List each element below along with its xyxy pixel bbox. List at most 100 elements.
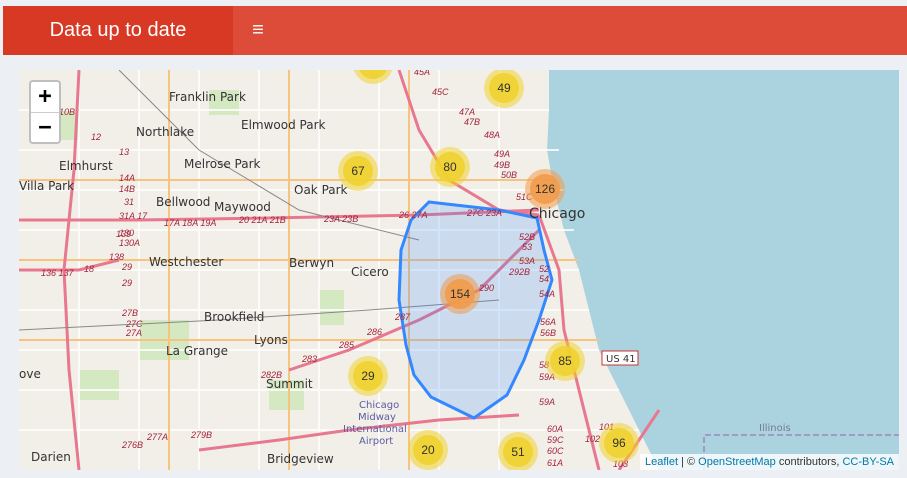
svg-text:49A: 49A [494, 149, 510, 159]
svg-text:Elmwood Park: Elmwood Park [241, 118, 326, 132]
svg-text:26 27A: 26 27A [398, 210, 428, 220]
svg-text:29: 29 [121, 262, 132, 272]
svg-text:20 21A 21B: 20 21A 21B [238, 215, 286, 225]
marker-cluster[interactable]: 80 [430, 147, 470, 187]
svg-text:45C: 45C [432, 87, 449, 97]
svg-text:47B: 47B [464, 117, 480, 127]
svg-text:45A: 45A [414, 70, 430, 77]
app-title[interactable]: Data up to date [3, 6, 233, 55]
zoom-in-button[interactable]: + [31, 82, 59, 113]
zoom-out-button[interactable]: − [31, 113, 59, 143]
svg-text:14A: 14A [119, 173, 135, 183]
svg-text:60A: 60A [547, 424, 563, 434]
svg-text:12: 12 [91, 132, 101, 142]
svg-text:Oak Park: Oak Park [294, 183, 348, 197]
svg-text:53A: 53A [519, 256, 535, 266]
marker-cluster[interactable]: 51 [498, 432, 538, 470]
svg-text:283: 283 [301, 354, 317, 364]
osm-link[interactable]: OpenStreetMap [698, 456, 776, 468]
svg-text:136 137: 136 137 [41, 268, 75, 278]
marker-cluster[interactable]: 126 [525, 169, 565, 209]
svg-text:290: 290 [478, 283, 494, 293]
svg-text:La Grange: La Grange [166, 344, 228, 358]
cluster-count: 51 [511, 445, 525, 459]
svg-text:102: 102 [585, 434, 600, 444]
svg-text:Melrose Park: Melrose Park [184, 157, 261, 171]
svg-text:Illinois: Illinois [759, 423, 791, 434]
svg-text:277A: 277A [146, 432, 168, 442]
map-attribution: Leaflet | © OpenStreetMap contributors, … [639, 454, 899, 470]
svg-text:Bridgeview: Bridgeview [267, 452, 334, 466]
svg-text:52: 52 [539, 264, 549, 274]
svg-text:Chicago: Chicago [359, 400, 399, 411]
svg-text:287: 287 [394, 312, 411, 322]
leaflet-map[interactable]: Franklin Park Elmwood Park Northlake Elm… [19, 70, 899, 470]
cluster-count: 80 [443, 160, 457, 174]
svg-text:17A 18A 19A: 17A 18A 19A [164, 218, 216, 228]
marker-cluster[interactable]: 67 [338, 151, 378, 191]
svg-text:Northlake: Northlake [136, 125, 194, 139]
marker-cluster[interactable] [353, 70, 393, 84]
svg-text:27A: 27A [125, 328, 142, 338]
svg-text:59A: 59A [539, 397, 555, 407]
top-navbar: Data up to date ≡ [3, 6, 907, 55]
svg-text:292B: 292B [508, 267, 530, 277]
cluster-count: 96 [612, 436, 626, 450]
marker-cluster[interactable]: 29 [348, 356, 388, 396]
marker-cluster[interactable]: 20 [408, 430, 448, 470]
svg-text:US 41: US 41 [606, 354, 636, 365]
svg-text:Darien: Darien [31, 450, 71, 464]
svg-text:54A: 54A [539, 289, 555, 299]
cluster-count: 20 [421, 443, 435, 457]
svg-text:Bellwood: Bellwood [156, 195, 210, 209]
marker-cluster[interactable]: 85 [545, 341, 585, 381]
svg-text:285: 285 [338, 340, 355, 350]
svg-text:International: International [343, 424, 407, 435]
license-link[interactable]: CC-BY-SA [842, 456, 894, 468]
svg-text:61A: 61A [547, 458, 563, 468]
lake-michigan [547, 70, 899, 470]
svg-text:56A: 56A [540, 317, 556, 327]
svg-text:14B: 14B [119, 184, 135, 194]
svg-text:Maywood: Maywood [214, 200, 271, 214]
svg-text:276B: 276B [121, 440, 143, 450]
cluster-count: 85 [558, 354, 572, 368]
marker-cluster[interactable]: 49 [484, 70, 524, 108]
svg-text:138: 138 [109, 252, 124, 262]
svg-text:130A: 130A [119, 238, 140, 248]
svg-text:Lyons: Lyons [254, 333, 288, 347]
marker-cluster[interactable]: 154 [440, 274, 480, 314]
cluster-count: 49 [497, 81, 511, 95]
svg-text:53: 53 [522, 242, 532, 252]
svg-text:Chicago: Chicago [529, 206, 585, 222]
svg-text:31A 17: 31A 17 [119, 211, 148, 221]
zoom-control: + − [29, 80, 61, 144]
svg-text:18: 18 [84, 264, 94, 274]
cluster-count: 29 [361, 369, 375, 383]
attribution-contributors: contributors, [775, 456, 843, 468]
cluster-count: 126 [535, 182, 555, 196]
svg-text:Midway: Midway [358, 412, 396, 423]
svg-text:47A: 47A [459, 107, 475, 117]
hamburger-icon[interactable]: ≡ [243, 6, 273, 55]
svg-text:50B: 50B [501, 170, 517, 180]
svg-text:29: 29 [121, 278, 132, 288]
svg-text:282B: 282B [260, 370, 282, 380]
svg-text:52B: 52B [519, 232, 535, 242]
svg-text:Berwyn: Berwyn [289, 256, 334, 270]
marker-cluster[interactable]: 96 [599, 423, 639, 463]
svg-text:56B: 56B [540, 328, 556, 338]
leaflet-link[interactable]: Leaflet [645, 456, 678, 468]
svg-text:60C: 60C [547, 446, 564, 456]
svg-text:Brookfield: Brookfield [204, 310, 264, 324]
svg-text:Elmhurst: Elmhurst [59, 159, 113, 173]
svg-text:23A 23B: 23A 23B [323, 214, 358, 224]
svg-text:27B: 27B [121, 308, 138, 318]
svg-text:48A: 48A [484, 130, 500, 140]
svg-text:139: 139 [116, 229, 131, 239]
svg-text:279B: 279B [190, 430, 212, 440]
svg-text:Villa Park: Villa Park [19, 179, 74, 193]
svg-text:ove: ove [19, 367, 41, 381]
svg-text:13: 13 [119, 147, 129, 157]
svg-text:31: 31 [124, 197, 134, 207]
